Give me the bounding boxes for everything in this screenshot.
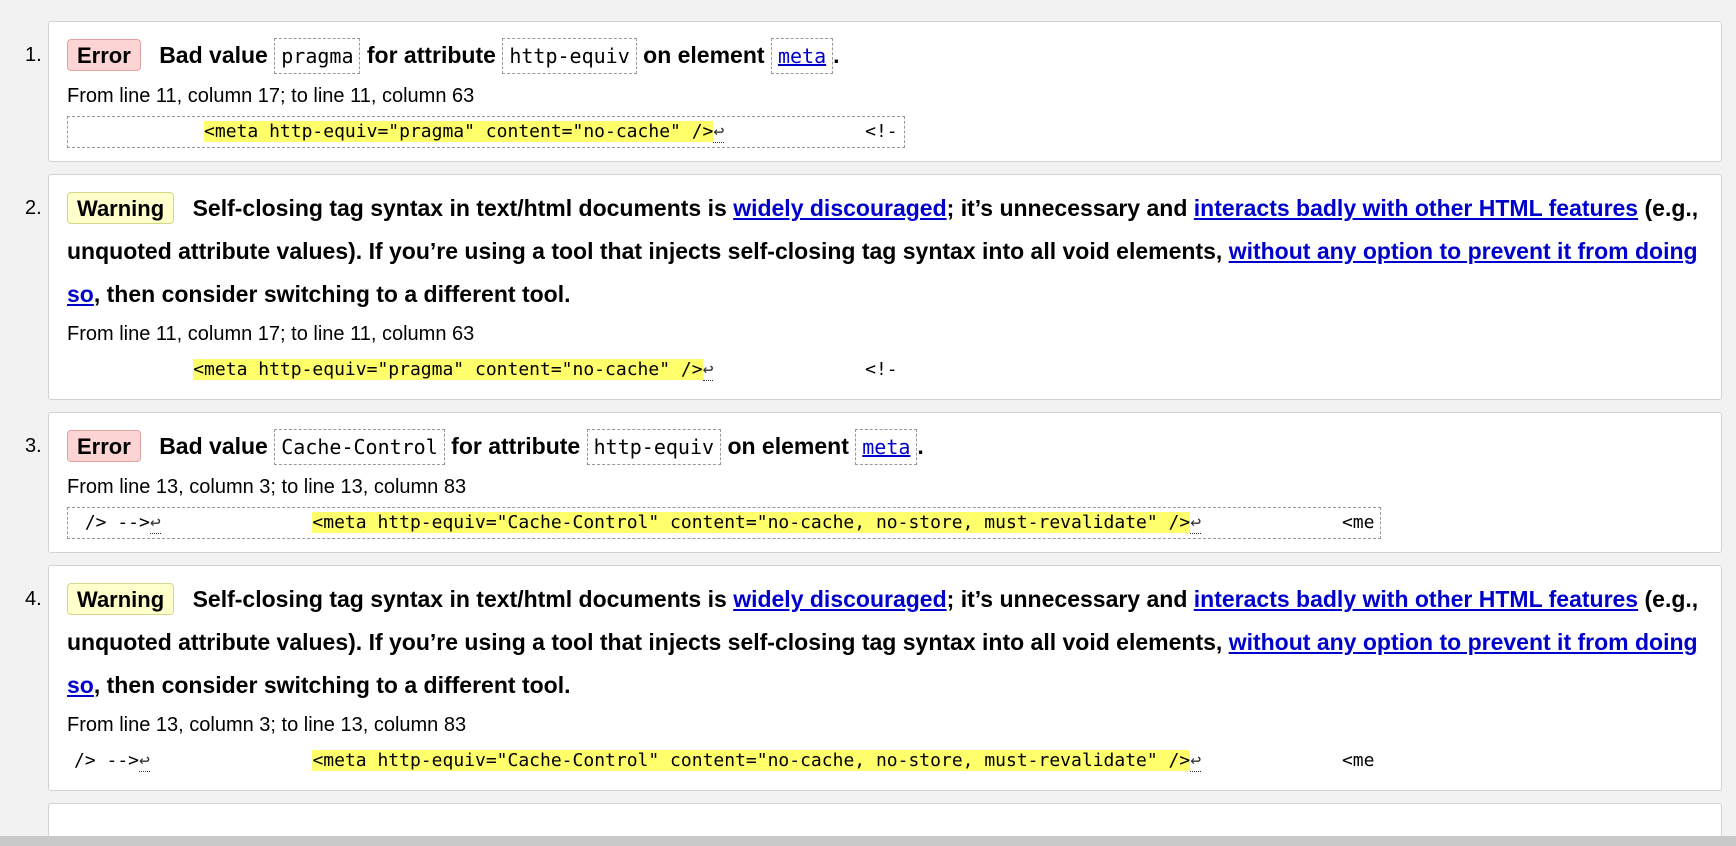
message-text-part: , then consider switching to a different…: [93, 281, 571, 307]
message-warning: 4. Warning Self-closing tag syntax in te…: [25, 565, 1722, 791]
line-break-icon: ↩: [713, 121, 725, 143]
message-text-part: Self-closing tag syntax in text/html doc…: [192, 586, 727, 612]
source-extract: /> -->↩ <meta http-equiv="Cache-Control"…: [67, 507, 1382, 539]
code-value: pragma: [274, 38, 361, 74]
extract-before: [74, 359, 193, 380]
code-attribute: http-equiv: [586, 429, 722, 465]
extract-highlight: <meta http-equiv="pragma" content="no-ca…: [204, 121, 714, 142]
line-break-icon: ↩: [1190, 512, 1202, 534]
location-text: From line 13, column 3; to line 13, colu…: [67, 476, 467, 498]
warning-badge: Warning: [67, 583, 175, 615]
message-error: 1. Error Bad value pragma for attribute …: [25, 21, 1722, 162]
extract-before: /> -->: [74, 512, 150, 533]
line-break-icon: ↩: [149, 512, 161, 534]
message-text-part: ; it’s unnecessary and: [946, 586, 1188, 612]
message-text-part: Self-closing tag syntax in text/html doc…: [192, 195, 727, 221]
extract-gap: [161, 512, 313, 533]
source-extract: /> -->↩ <meta http-equiv="Cache-Control"…: [67, 745, 1381, 777]
code-attribute: http-equiv: [502, 38, 637, 74]
message-text-part: on element: [643, 42, 765, 68]
message-number: 1.: [25, 44, 42, 66]
extract-gap: [150, 750, 313, 771]
message-text-part: Bad value: [159, 42, 268, 68]
message-text-part: , then consider switching to a different…: [93, 672, 571, 698]
error-badge: Error: [67, 430, 141, 462]
interacts-badly-link[interactable]: interacts badly with other HTML features: [1194, 195, 1638, 221]
message-text: Warning Self-closing tag syntax in text/…: [67, 187, 1703, 316]
error-badge: Error: [67, 39, 141, 71]
extract-after: <me: [1201, 750, 1375, 771]
location-text: From line 11, column 17; to line 11, col…: [67, 323, 475, 345]
message-text-part: for attribute: [451, 433, 581, 459]
location-text: From line 13, column 3; to line 13, colu…: [67, 714, 467, 736]
warning-badge: Warning: [67, 192, 175, 224]
message-text-end: .: [917, 433, 924, 459]
widely-discouraged-link[interactable]: widely discouraged: [733, 195, 946, 221]
message-text: Error Bad value pragma for attribute htt…: [67, 34, 1703, 78]
message-number: 3.: [25, 435, 42, 457]
horizontal-scrollbar[interactable]: [0, 836, 1736, 846]
message-list: 1. Error Bad value pragma for attribute …: [0, 0, 1736, 846]
line-break-icon: ↩: [702, 359, 714, 381]
extract-highlight: <meta http-equiv="pragma" content="no-ca…: [193, 359, 703, 380]
line-break-icon: ↩: [1190, 750, 1202, 772]
extract-before: [74, 121, 204, 142]
extract-before: /> -->: [74, 750, 140, 771]
line-break-icon: ↩: [139, 750, 150, 772]
code-value: Cache-Control: [274, 429, 445, 465]
code-element-box: meta: [770, 38, 834, 74]
message-number: 4.: [25, 588, 42, 610]
extract-after: <!-: [713, 359, 898, 380]
message-warning: 2. Warning Self-closing tag syntax in te…: [25, 174, 1722, 400]
message-text-part: for attribute: [366, 42, 496, 68]
code-element-box: meta: [855, 429, 918, 465]
message-text-end: .: [833, 42, 840, 68]
extract-after: <!-: [724, 121, 898, 142]
extract-after: <me: [1201, 512, 1375, 533]
message-text-part: Bad value: [159, 433, 268, 459]
widely-discouraged-link[interactable]: widely discouraged: [733, 586, 946, 612]
interacts-badly-link[interactable]: interacts badly with other HTML features: [1194, 586, 1638, 612]
source-extract: <meta http-equiv="pragma" content="no-ca…: [67, 354, 905, 386]
message-text-part: ; it’s unnecessary and: [946, 195, 1188, 221]
location-text: From line 11, column 17; to line 11, col…: [67, 85, 475, 107]
message-error: 3. Error Bad value Cache-Control for att…: [25, 412, 1722, 553]
message-text: Warning Self-closing tag syntax in text/…: [67, 578, 1703, 707]
source-extract: <meta http-equiv="pragma" content="no-ca…: [67, 116, 905, 148]
message-text-part: on element: [727, 433, 849, 459]
message-text: Error Bad value Cache-Control for attrib…: [67, 425, 1703, 469]
extract-highlight: <meta http-equiv="Cache-Control" content…: [312, 512, 1191, 533]
message-number: 2.: [25, 197, 42, 219]
meta-element-link[interactable]: meta: [862, 435, 910, 459]
validator-results: 1. Error Bad value pragma for attribute …: [0, 0, 1736, 846]
extract-highlight: <meta http-equiv="Cache-Control" content…: [312, 750, 1191, 771]
meta-element-link[interactable]: meta: [778, 44, 826, 68]
